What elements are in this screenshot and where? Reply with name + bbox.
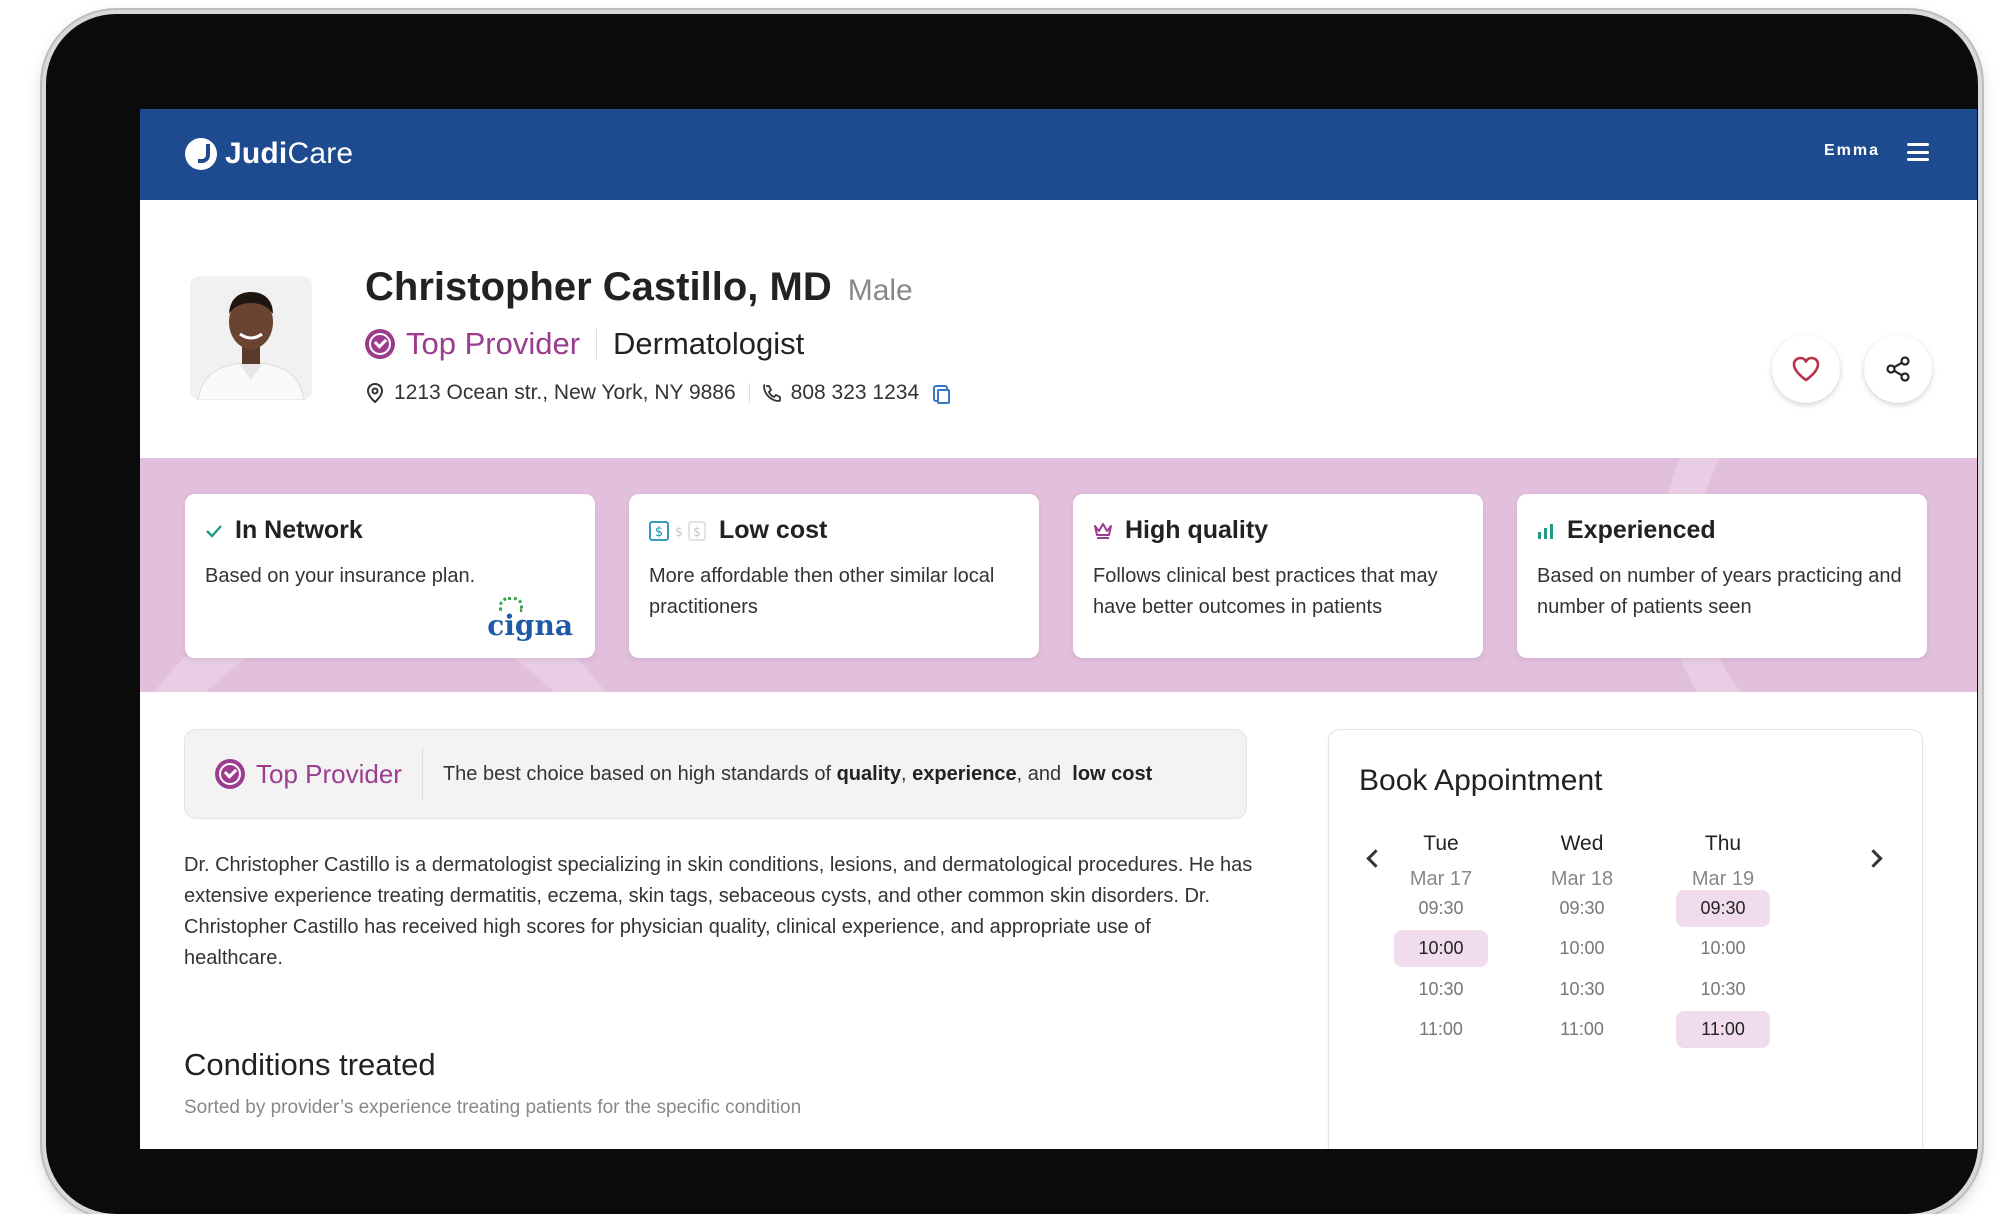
top-provider-label: Top Provider [406, 326, 581, 361]
heart-icon [1792, 356, 1820, 382]
day-date: Mar 17 [1409, 868, 1473, 890]
provider-specialty: Dermatologist [613, 326, 805, 361]
hamburger-menu-icon[interactable] [1907, 143, 1929, 161]
logo-text: JudiCare [225, 137, 354, 170]
feature-card-experienced: Experienced Based on number of years pra… [1517, 494, 1927, 658]
share-button[interactable] [1864, 335, 1932, 403]
crown-icon [1094, 522, 1112, 539]
time-slot[interactable]: 10:30 [1394, 971, 1488, 1008]
top-navigation-bar: JudiCare Emma [140, 109, 1977, 200]
app-screen: JudiCare Emma Christopher Castillo, MD M… [140, 109, 1977, 1149]
provider-phone[interactable]: 808 323 1234 [791, 381, 919, 405]
provider-name: Christopher Castillo, MD [365, 265, 832, 309]
top-provider-label: Top Provider [256, 758, 402, 789]
location-pin-icon [366, 383, 384, 403]
day-column: Wed Mar 18 [1522, 832, 1642, 891]
verified-badge-icon [215, 759, 245, 789]
day-date: Mar 18 [1550, 868, 1614, 890]
svg-text:$: $ [693, 525, 701, 539]
share-icon [1886, 356, 1910, 382]
day-date: Mar 19 [1691, 868, 1755, 890]
feature-title: In Network [235, 516, 363, 544]
favorite-button[interactable] [1772, 335, 1840, 403]
chevron-left-icon[interactable] [1363, 848, 1383, 868]
insurer-logo: cigna [487, 597, 573, 642]
day-name: Thu [1704, 832, 1742, 855]
time-slot[interactable]: 10:30 [1535, 971, 1629, 1008]
provider-address[interactable]: 1213 Ocean str., New York, NY 9886 [394, 381, 736, 405]
provider-name-row: Christopher Castillo, MD Male [365, 265, 913, 310]
svg-text:$: $ [675, 525, 683, 539]
top-provider-description: The best choice based on high standards … [442, 762, 1153, 785]
day-name: Wed [1560, 832, 1604, 855]
user-name[interactable]: Emma [1824, 142, 1880, 160]
time-slot[interactable]: 10:00 [1394, 930, 1488, 967]
time-slot[interactable]: 09:30 [1394, 890, 1488, 927]
time-slot[interactable]: 11:00 [1535, 1011, 1629, 1048]
features-band: In Network Based on your insurance plan.… [140, 458, 1977, 692]
conditions-subtitle: Sorted by provider’s experience treating… [184, 1097, 802, 1118]
time-slot[interactable]: 09:30 [1676, 890, 1770, 927]
book-appointment-title: Book Appointment [1359, 764, 1603, 797]
feature-description: Follows clinical best practices that may… [1093, 565, 1438, 618]
provider-bio: Dr. Christopher Castillo is a dermatolog… [184, 854, 1253, 969]
dollar-icon: $ $ $ [649, 520, 706, 541]
time-slot[interactable]: 11:00 [1676, 1011, 1770, 1048]
logo[interactable]: JudiCare [185, 137, 353, 171]
verified-badge-icon [365, 329, 395, 359]
feature-description: Based on your insurance plan. [205, 565, 476, 587]
logo-icon [185, 138, 217, 170]
feature-description: Based on number of years practicing and … [1537, 565, 1902, 618]
feature-card-low-cost: $ $ $ Low cost More affordable then othe… [629, 494, 1039, 658]
time-slot[interactable]: 11:00 [1394, 1011, 1488, 1048]
provider-subtitle-row: Top Provider Dermatologist [365, 326, 804, 362]
copy-icon[interactable] [933, 384, 951, 404]
conditions-heading: Conditions treated [184, 1047, 436, 1082]
feature-title: Experienced [1567, 516, 1716, 544]
day-column: Thu Mar 19 [1663, 832, 1783, 891]
phone-icon [762, 384, 781, 402]
tablet-frame: JudiCare Emma Christopher Castillo, MD M… [46, 14, 1978, 1214]
time-slot[interactable]: 10:30 [1676, 971, 1770, 1008]
time-slot[interactable]: 10:00 [1676, 930, 1770, 967]
check-icon [206, 524, 222, 538]
book-appointment-panel: Book Appointment Tue Mar 17 09:30 10:00 10:3… [1328, 729, 1923, 1149]
divider [421, 748, 423, 800]
time-slot[interactable]: 09:30 [1535, 890, 1629, 927]
feature-card-high-quality: High quality Follows clinical best pract… [1073, 494, 1483, 658]
svg-text:$: $ [655, 525, 663, 540]
top-provider-banner: Top Provider The best choice based on hi… [184, 729, 1247, 819]
feature-title: Low cost [719, 516, 828, 544]
day-column: Tue Mar 17 [1381, 832, 1501, 891]
feature-title: High quality [1125, 516, 1269, 544]
feature-description: More affordable then other similar local… [649, 565, 995, 618]
contact-row: 1213 Ocean str., New York, NY 9886 808 3… [366, 381, 951, 405]
time-slot[interactable]: 10:00 [1535, 930, 1629, 967]
provider-gender: Male [847, 274, 913, 307]
chevron-right-icon[interactable] [1867, 848, 1887, 868]
feature-card-in-network: In Network Based on your insurance plan.… [185, 494, 595, 658]
divider [596, 329, 598, 359]
provider-avatar [190, 276, 312, 400]
divider [748, 383, 750, 403]
bar-chart-icon [1538, 523, 1553, 539]
day-name: Tue [1423, 832, 1459, 855]
